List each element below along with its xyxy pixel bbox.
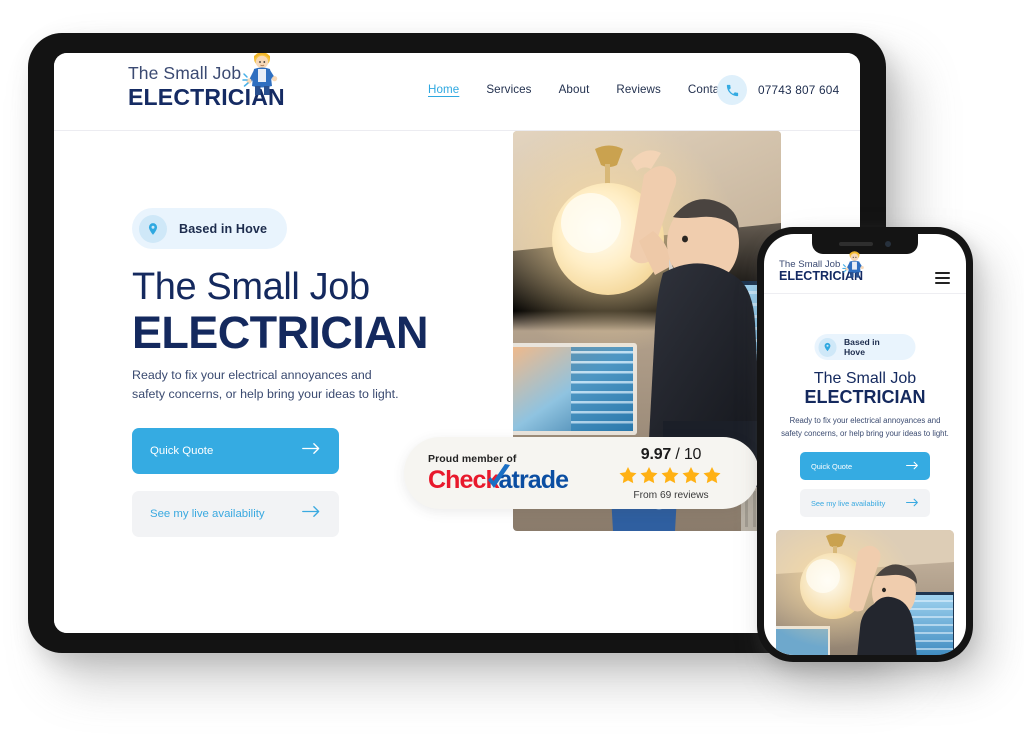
mobile-subtitle: Ready to fix your electrical annoyances …: [781, 416, 949, 439]
tablet-screen: The Small Job ELECTRICIAN Home Services …: [54, 53, 860, 633]
blue-check-tick-icon: [486, 464, 512, 499]
site-logo[interactable]: The Small Job ELECTRICIAN: [128, 53, 288, 109]
electrician-mascot-icon: [842, 251, 864, 278]
mobile-location-badge: Based in Hove: [814, 334, 916, 360]
rating-separator: /: [675, 445, 680, 463]
mobile-live-availability-button[interactable]: See my live availability: [800, 489, 930, 517]
mobile-title-line-2: ELECTRICIAN: [804, 386, 926, 407]
mobile-title-line-1: The Small Job: [813, 370, 917, 387]
nav-item-reviews[interactable]: Reviews: [616, 83, 661, 96]
mobile-site-logo[interactable]: The Small Job ELECTRICIAN: [779, 251, 871, 283]
hamburger-menu-icon[interactable]: [935, 272, 950, 287]
mobile-live-availability-label: See my live availability: [811, 498, 886, 508]
live-availability-button[interactable]: See my live availability: [132, 491, 339, 537]
mobile-location-badge-label: Based in Hove: [843, 337, 880, 357]
arrow-right-icon: [906, 494, 919, 512]
header-phone-number[interactable]: 07743 807 604: [758, 83, 839, 97]
header-phone-block[interactable]: 07743 807 604: [717, 75, 839, 105]
mobile-hero-photo: [776, 530, 954, 655]
page-title: The Small Job ELECTRICIAN: [132, 266, 552, 358]
rating-value: 9.97: [640, 445, 672, 463]
live-availability-label: See my live availability: [150, 508, 265, 520]
location-badge: Based in Hove: [132, 208, 288, 249]
quick-quote-label: Quick Quote: [150, 445, 214, 457]
phone-icon: [717, 75, 747, 105]
location-pin-icon: [139, 214, 167, 243]
arrow-right-icon: [302, 442, 321, 460]
rating-max: 10: [683, 445, 702, 463]
hero-subtitle: Ready to fix your electrical annoyances …: [132, 368, 399, 401]
nav-item-about[interactable]: About: [559, 83, 590, 96]
hero-section: Based in Hove The Small Job ELECTRICIAN …: [54, 131, 860, 633]
hero-title-line-1: The Small Job: [132, 266, 370, 308]
hero-title-line-2: ELECTRICIAN: [132, 306, 429, 358]
quick-quote-button[interactable]: Quick Quote: [132, 428, 339, 474]
reviews-count-label: From 69 reviews: [633, 489, 709, 501]
location-badge-label: Based in Hove: [179, 221, 268, 236]
mobile-quick-quote-label: Quick Quote: [811, 461, 853, 471]
arrow-right-icon: [302, 505, 321, 523]
device-mockup-scene: The Small Job ELECTRICIAN Home Services …: [0, 0, 1024, 754]
electrician-mascot-icon: [242, 53, 278, 95]
proud-member-label: Proud member of: [428, 453, 517, 465]
rating-score: 9.97 / 10: [596, 446, 746, 464]
star-rating-icon: [596, 466, 746, 489]
main-navigation: Home Services About Reviews Contact: [428, 83, 729, 96]
checkatrade-rating-block: 9.97 / 10 From 69 reviews: [596, 446, 746, 501]
site-header: The Small Job ELECTRICIAN Home Services …: [54, 53, 860, 131]
nav-item-services[interactable]: Services: [486, 83, 531, 96]
checkatrade-badge: Proud member of Checkatrade 9.97 / 10 Fr…: [404, 437, 759, 509]
nav-item-home[interactable]: Home: [428, 83, 459, 96]
checkatrade-logo-red: Che: [428, 466, 473, 494]
checkatrade-logo-block: Proud member of Checkatrade: [404, 453, 596, 493]
checkatrade-logo: Checkatrade: [428, 464, 596, 494]
mobile-site-header: The Small Job ELECTRICIAN: [764, 234, 966, 294]
arrow-right-icon: [906, 457, 919, 475]
phone-screen: The Small Job ELECTRICIAN Based in Hove …: [764, 234, 966, 655]
phone-device-frame: The Small Job ELECTRICIAN Based in Hove …: [757, 227, 973, 662]
location-pin-icon: [818, 337, 837, 357]
mobile-page-title: The Small Job ELECTRICIAN: [764, 370, 966, 407]
mobile-quick-quote-button[interactable]: Quick Quote: [800, 452, 930, 480]
